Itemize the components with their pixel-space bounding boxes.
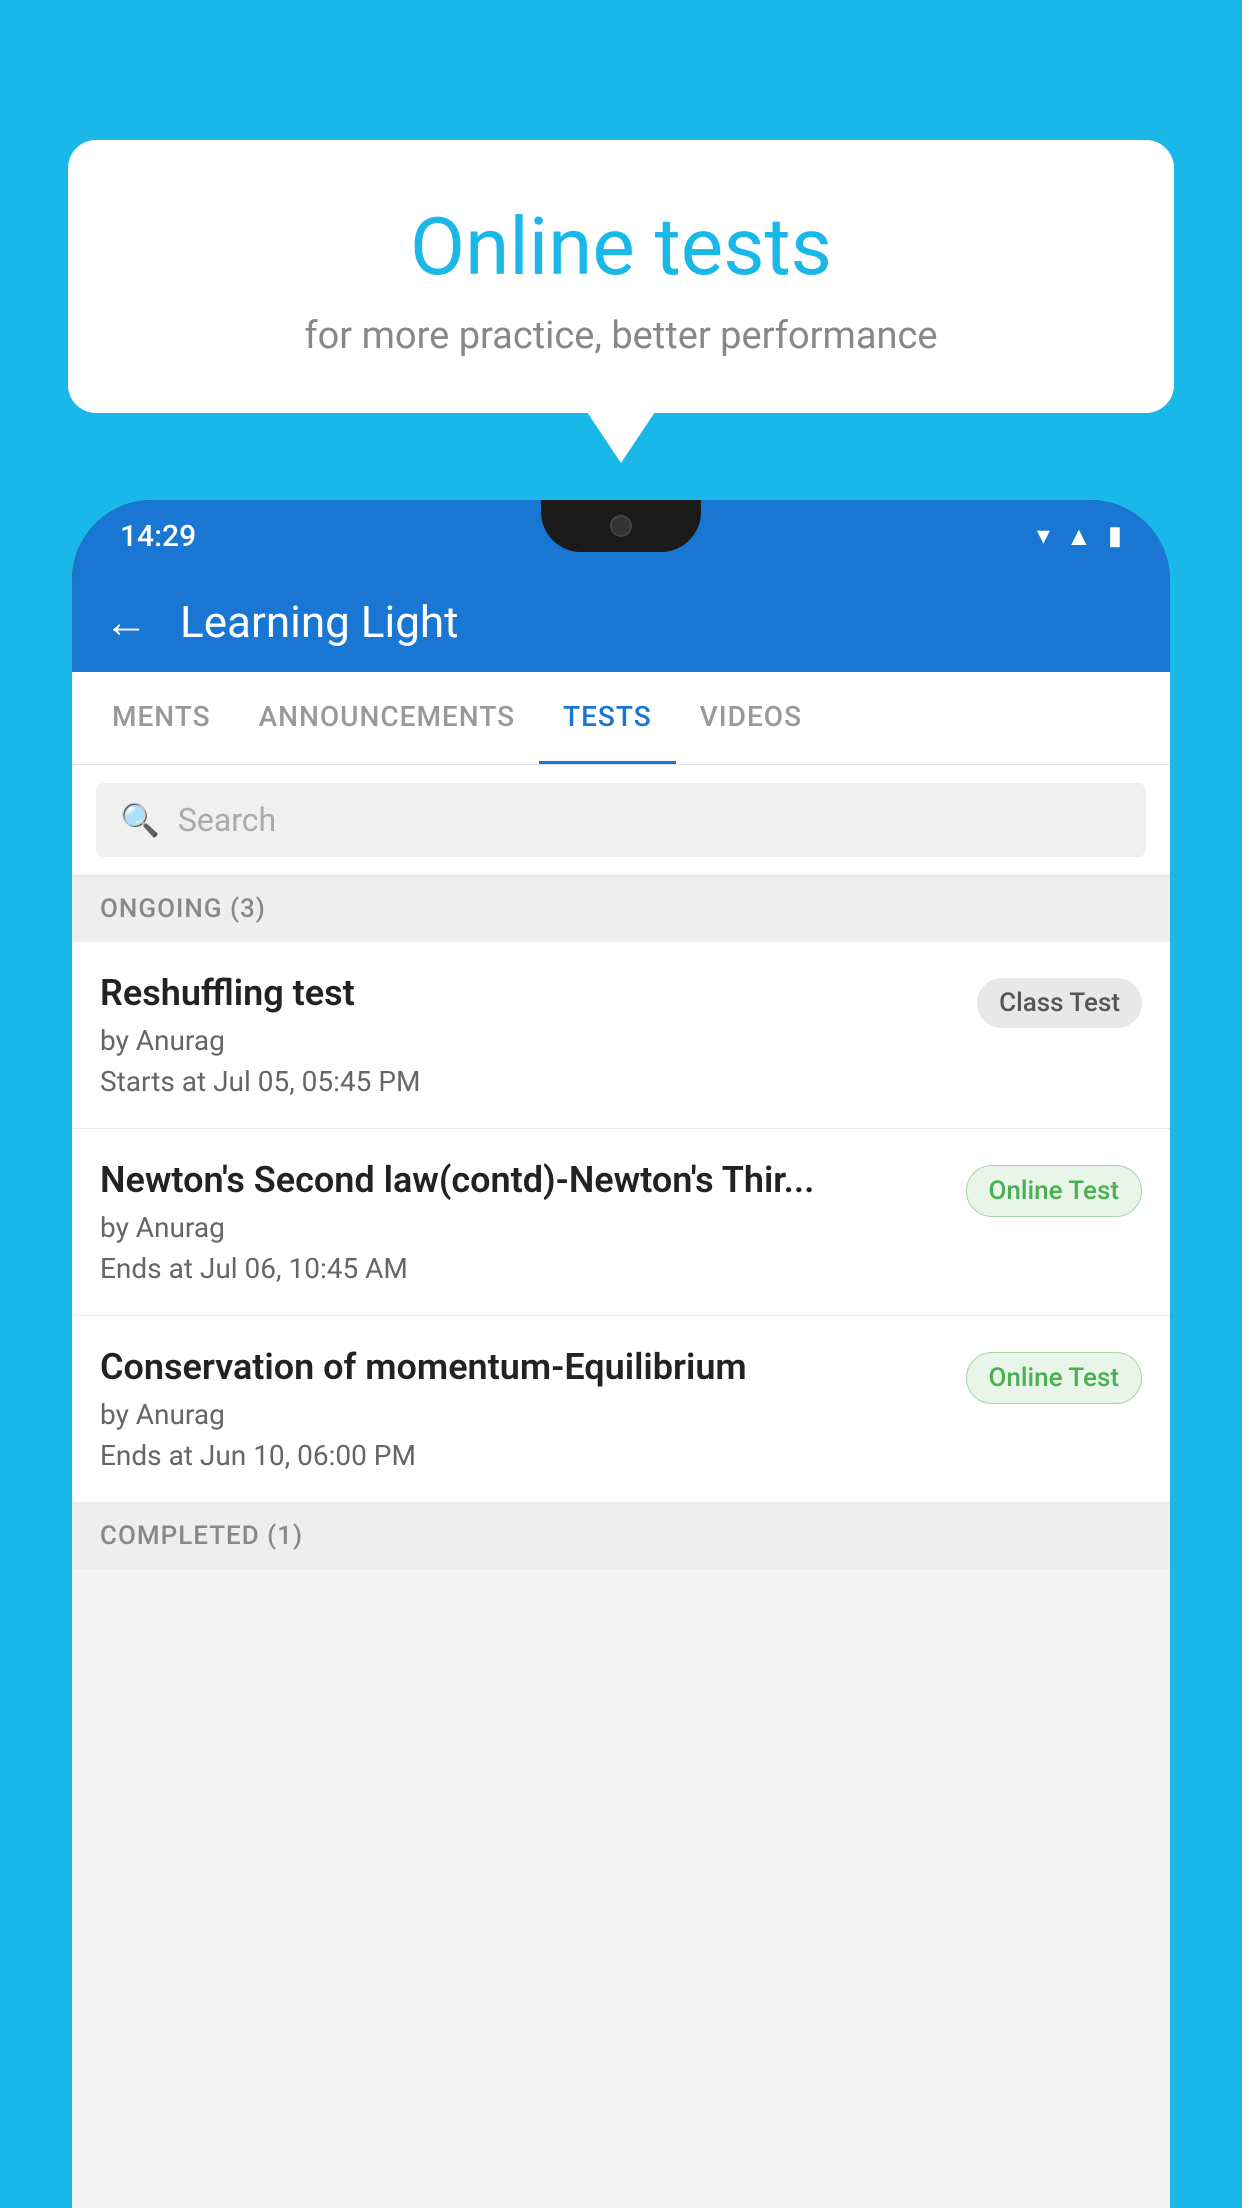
test-title: Newton's Second law(contd)-Newton's Thir… xyxy=(100,1159,946,1201)
app-header: ← Learning Light xyxy=(72,572,1170,672)
phone-frame: 14:29 ▾ ▲ ▮ ← Learning Light MENTS ANNOU… xyxy=(72,500,1170,2208)
signal-icon: ▲ xyxy=(1066,521,1092,552)
test-badge-online-2: Online Test xyxy=(966,1352,1143,1404)
status-bar: 14:29 ▾ ▲ ▮ xyxy=(72,500,1170,572)
bubble-subtitle: for more practice, better performance xyxy=(118,314,1124,358)
camera xyxy=(610,515,632,537)
test-author: by Anurag xyxy=(100,1024,957,1057)
completed-section-label: COMPLETED (1) xyxy=(72,1503,1170,1569)
status-time: 14:29 xyxy=(120,519,196,554)
tab-videos[interactable]: VIDEOS xyxy=(676,672,826,764)
test-item[interactable]: Reshuffling test by Anurag Starts at Jul… xyxy=(72,942,1170,1129)
tab-ments[interactable]: MENTS xyxy=(88,672,235,764)
test-author: by Anurag xyxy=(100,1398,946,1431)
test-info: Conservation of momentum-Equilibrium by … xyxy=(100,1346,966,1472)
back-button[interactable]: ← xyxy=(104,596,148,648)
test-item[interactable]: Newton's Second law(contd)-Newton's Thir… xyxy=(72,1129,1170,1316)
app-title: Learning Light xyxy=(180,596,459,648)
tab-tests[interactable]: TESTS xyxy=(539,672,676,764)
test-badge-online: Online Test xyxy=(966,1165,1143,1217)
status-icons: ▾ ▲ ▮ xyxy=(1037,521,1122,552)
test-info: Reshuffling test by Anurag Starts at Jul… xyxy=(100,972,977,1098)
tab-announcements[interactable]: ANNOUNCEMENTS xyxy=(235,672,539,764)
battery-icon: ▮ xyxy=(1108,521,1122,551)
search-placeholder: Search xyxy=(178,801,276,839)
test-badge-class: Class Test xyxy=(977,978,1142,1028)
test-item[interactable]: Conservation of momentum-Equilibrium by … xyxy=(72,1316,1170,1503)
tabs-bar: MENTS ANNOUNCEMENTS TESTS VIDEOS xyxy=(72,672,1170,765)
phone-screen: MENTS ANNOUNCEMENTS TESTS VIDEOS 🔍 Searc… xyxy=(72,672,1170,2208)
test-author: by Anurag xyxy=(100,1211,946,1244)
wifi-icon: ▾ xyxy=(1037,521,1050,551)
speech-bubble: Online tests for more practice, better p… xyxy=(68,140,1174,413)
bubble-title: Online tests xyxy=(118,200,1124,294)
notch xyxy=(541,500,701,552)
test-date: Ends at Jun 10, 06:00 PM xyxy=(100,1439,946,1472)
test-date: Ends at Jul 06, 10:45 AM xyxy=(100,1252,946,1285)
ongoing-section-label: ONGOING (3) xyxy=(72,876,1170,942)
search-icon: 🔍 xyxy=(120,801,160,839)
test-info: Newton's Second law(contd)-Newton's Thir… xyxy=(100,1159,966,1285)
search-bar[interactable]: 🔍 Search xyxy=(96,783,1146,857)
search-container: 🔍 Search xyxy=(72,765,1170,876)
test-title: Conservation of momentum-Equilibrium xyxy=(100,1346,946,1388)
test-date: Starts at Jul 05, 05:45 PM xyxy=(100,1065,957,1098)
test-list: Reshuffling test by Anurag Starts at Jul… xyxy=(72,942,1170,1503)
test-title: Reshuffling test xyxy=(100,972,957,1014)
